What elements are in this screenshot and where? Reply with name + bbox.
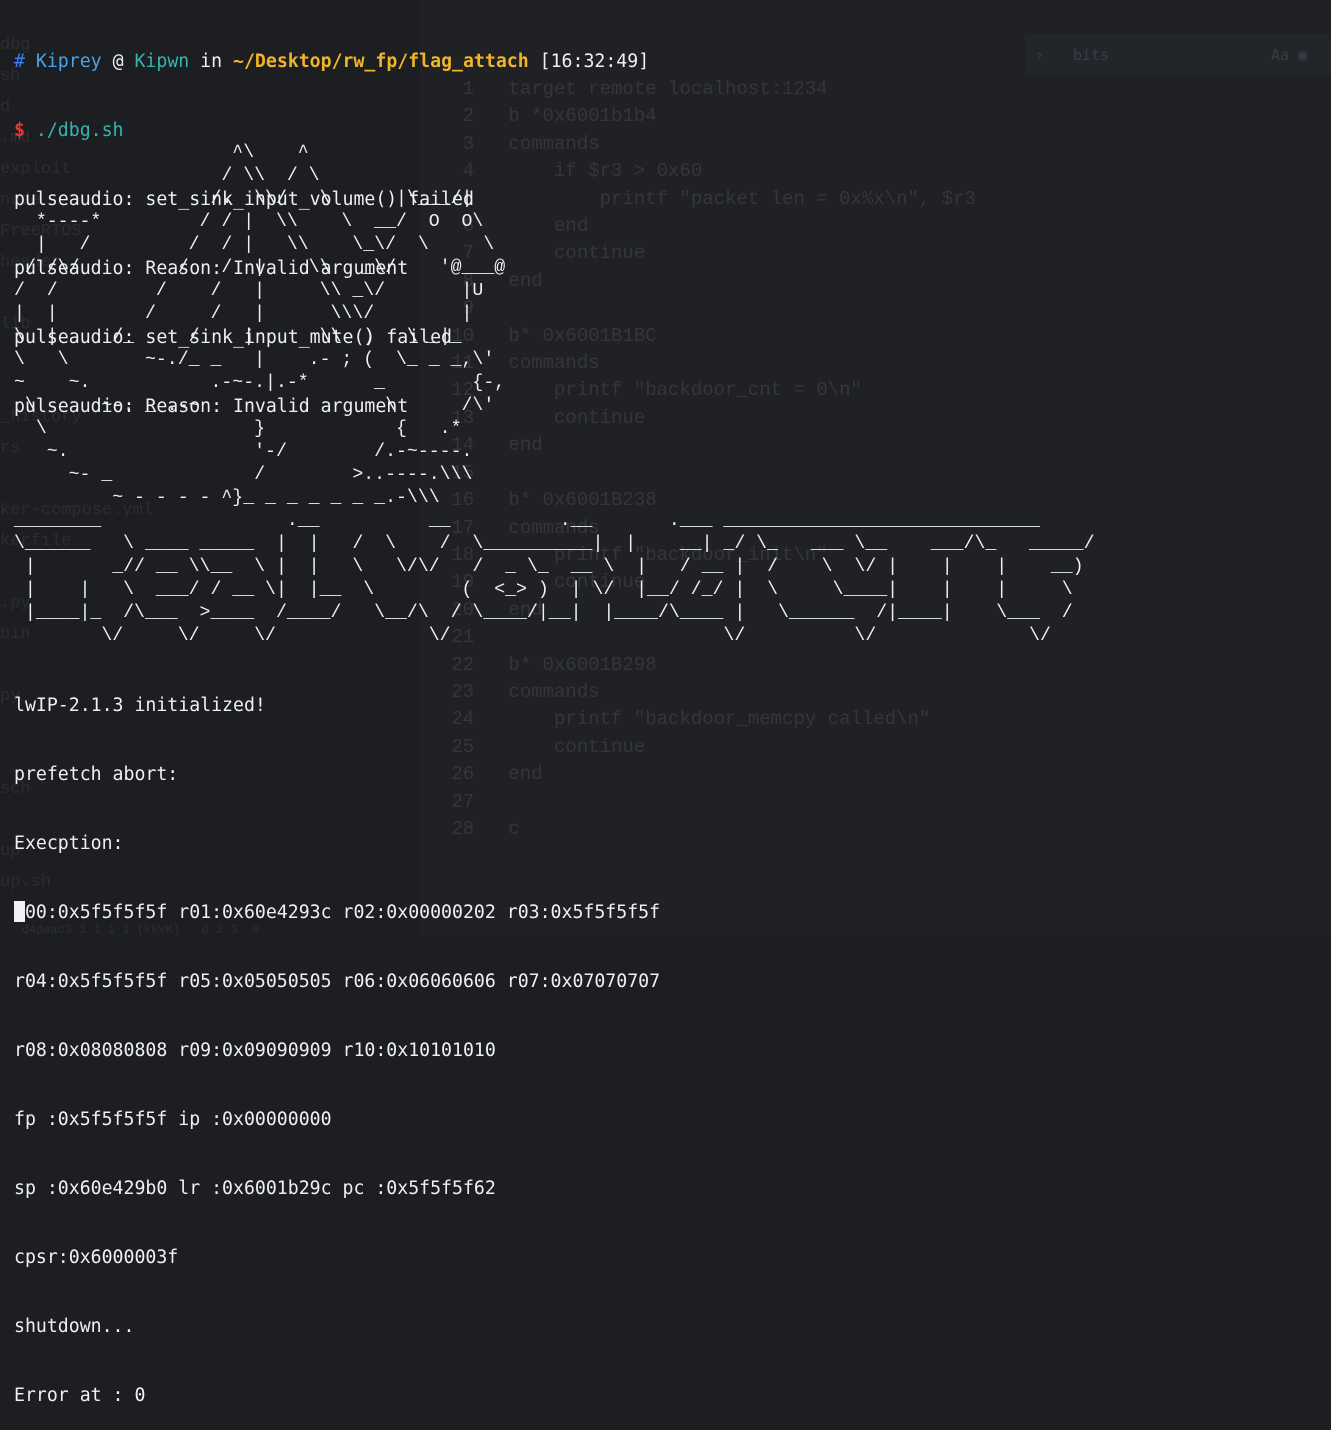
prompt-hash: # <box>14 51 25 72</box>
register-line: r00:0x5f5f5f5f r01:0x60e4293c r02:0x0000… <box>14 902 661 923</box>
background-search-panel: › bits Aa ▣ <box>1025 34 1331 76</box>
output-line: Execption: <box>14 833 124 854</box>
register-line: r08:0x08080808 r09:0x09090909 r10:0x1010… <box>14 1040 496 1061</box>
prompt-host: Kipwn <box>134 51 190 72</box>
chevron-right-icon: › <box>1035 46 1045 64</box>
prompt-dollar: $ <box>14 120 25 141</box>
terminal-cursor[interactable] <box>14 901 25 922</box>
output-line: shutdown... <box>14 1316 135 1337</box>
prompt-user: Kiprey <box>35 51 102 72</box>
register-line: r04:0x5f5f5f5f r05:0x05050505 r06:0x0606… <box>14 971 661 992</box>
command-text: ./dbg.sh <box>35 120 124 141</box>
prompt-line: # Kiprey @ Kipwn in ~/Desktop/rw_fp/flag… <box>14 50 649 73</box>
register-line: fp :0x5f5f5f5f ip :0x00000000 <box>14 1109 332 1130</box>
ascii-art-banner: ________ .__ __ .__ .___ _______________… <box>14 511 1095 646</box>
terminal-output-tail: lwIP-2.1.3 initialized! prefetch abort: … <box>14 648 660 1430</box>
prompt-path: ~/Desktop/rw_fp/flag_attach <box>233 51 529 72</box>
background-search-options: Aa ▣ <box>1271 46 1308 64</box>
background-search-input: bits <box>1073 46 1110 64</box>
prompt-at: @ <box>112 51 124 72</box>
command-line: $ ./dbg.sh <box>14 119 649 142</box>
prompt-time: [16:32:49] <box>539 51 650 72</box>
prompt-in: in <box>200 51 223 72</box>
output-line: Error at : 0 <box>14 1385 146 1406</box>
register-line: cpsr:0x6000003f <box>14 1247 179 1268</box>
output-line: lwIP-2.1.3 initialized! <box>14 695 266 716</box>
ascii-art-ship: ^\ ^ / \\ / \ /. \\/ \ |\___/| *----* / … <box>14 143 506 508</box>
output-line: prefetch abort: <box>14 764 179 785</box>
register-line: sp :0x60e429b0 lr :0x6001b29c pc :0x5f5f… <box>14 1178 496 1199</box>
